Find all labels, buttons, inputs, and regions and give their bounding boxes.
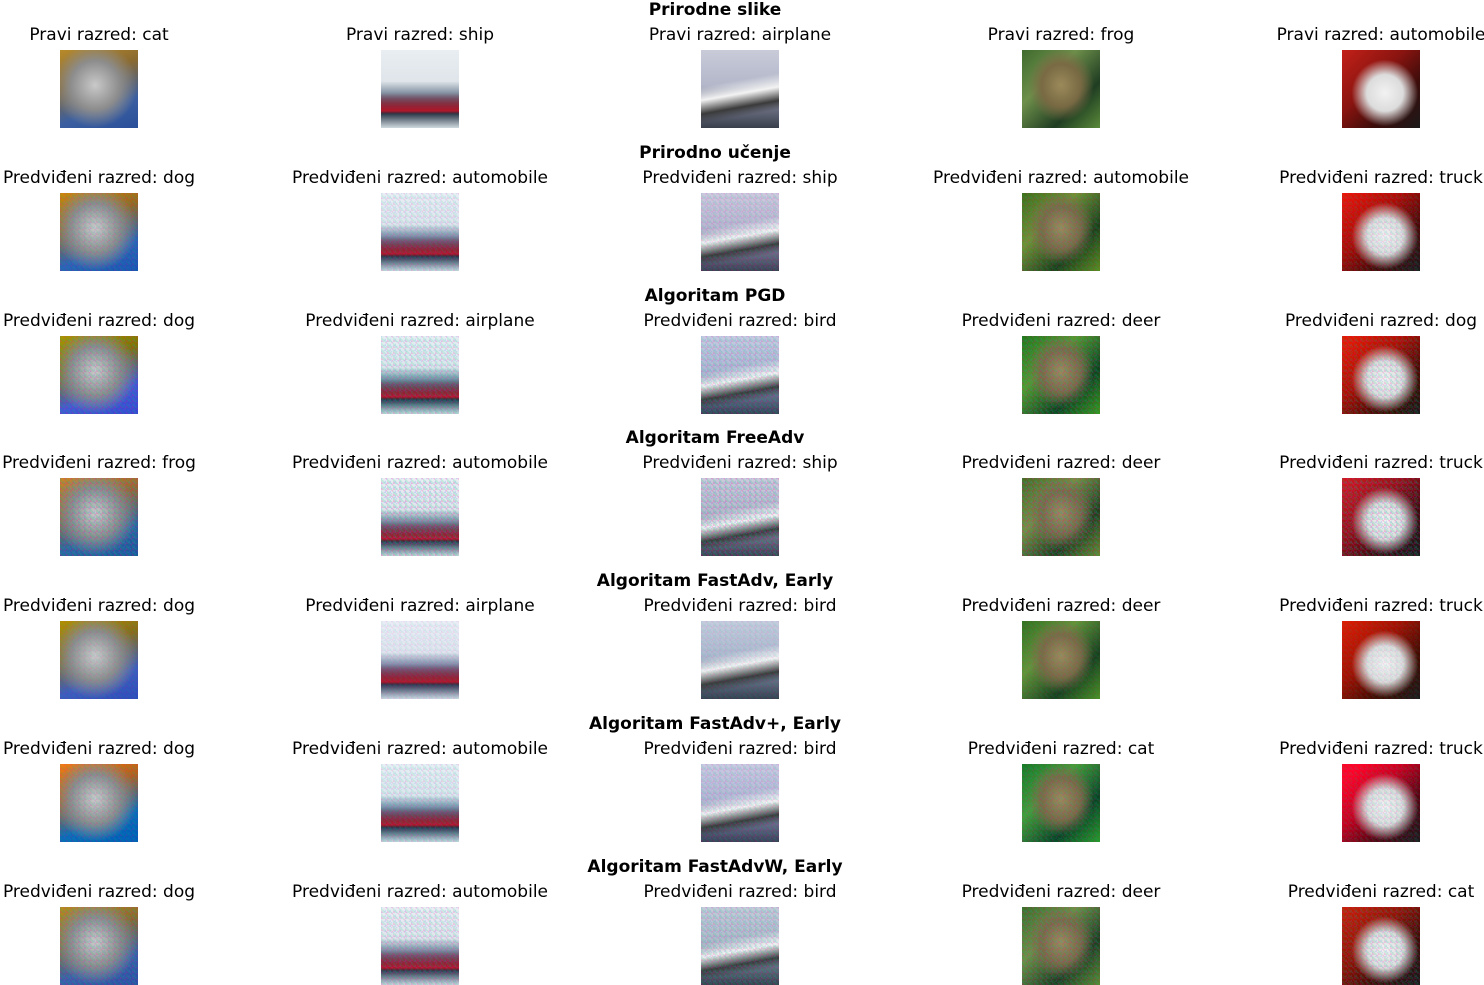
image-label: Predviđeni razred: bird (643, 739, 837, 759)
image-thumbnail (1342, 907, 1420, 985)
image-thumbnail (60, 907, 138, 985)
image-label: Predviđeni razred: truck (1279, 168, 1483, 188)
image-thumbnail (1022, 764, 1100, 842)
image-thumbnail (1342, 193, 1420, 271)
image-label: Predviđeni razred: bird (643, 882, 837, 902)
image-thumbnail (1022, 336, 1100, 414)
image-thumbnail (1022, 193, 1100, 271)
image-thumbnail (381, 907, 459, 985)
image-label: Predviđeni razred: truck (1279, 596, 1483, 616)
image-label: Predviđeni razred: dog (2, 596, 196, 616)
image-thumbnail (1342, 336, 1420, 414)
row-title: Algoritam PGD (644, 286, 786, 306)
image-label: Predviđeni razred: automobile (292, 168, 548, 188)
image-thumbnail (701, 50, 779, 128)
image-thumbnail (381, 621, 459, 699)
image-thumbnail (381, 764, 459, 842)
image-label: Predviđeni razred: automobile (292, 882, 548, 902)
image-label: Predviđeni razred: truck (1279, 453, 1483, 473)
image-thumbnail (701, 907, 779, 985)
image-thumbnail (1342, 478, 1420, 556)
image-thumbnail (1022, 478, 1100, 556)
image-label: Pravi razred: frog (987, 25, 1135, 45)
image-thumbnail (701, 336, 779, 414)
image-label: Predviđeni razred: dog (1284, 311, 1478, 331)
image-thumbnail (1342, 764, 1420, 842)
image-label: Pravi razred: airplane (648, 25, 832, 45)
image-thumbnail (60, 50, 138, 128)
image-thumbnail (381, 193, 459, 271)
image-label: Predviđeni razred: airplane (305, 596, 535, 616)
image-thumbnail (60, 193, 138, 271)
image-thumbnail (381, 336, 459, 414)
image-label: Predviđeni razred: deer (961, 882, 1161, 902)
image-thumbnail (60, 478, 138, 556)
image-thumbnail (701, 193, 779, 271)
image-thumbnail (1022, 907, 1100, 985)
image-label: Predviđeni razred: frog (2, 453, 196, 473)
image-label: Predviđeni razred: dog (2, 168, 196, 188)
image-label: Predviđeni razred: bird (643, 596, 837, 616)
image-label: Predviđeni razred: dog (2, 739, 196, 759)
image-label: Predviđeni razred: deer (961, 311, 1161, 331)
image-thumbnail (1022, 50, 1100, 128)
image-thumbnail (1342, 621, 1420, 699)
image-label: Predviđeni razred: cat (1287, 882, 1475, 902)
image-thumbnail (701, 478, 779, 556)
image-thumbnail (60, 621, 138, 699)
row-title: Prirodne slike (648, 0, 782, 20)
row-title: Algoritam FastAdv+, Early (588, 714, 841, 734)
row-title: Algoritam FastAdv, Early (596, 571, 834, 591)
image-thumbnail (381, 478, 459, 556)
image-label: Predviđeni razred: deer (961, 453, 1161, 473)
image-label: Predviđeni razred: truck (1279, 739, 1483, 759)
image-label: Predviđeni razred: ship (642, 168, 838, 188)
image-label: Pravi razred: automobile (1276, 25, 1484, 45)
image-label: Predviđeni razred: deer (961, 596, 1161, 616)
image-thumbnail (60, 336, 138, 414)
image-thumbnail (381, 50, 459, 128)
image-label: Predviđeni razred: dog (2, 882, 196, 902)
image-label: Pravi razred: ship (345, 25, 495, 45)
image-label: Predviđeni razred: airplane (305, 311, 535, 331)
image-label: Predviđeni razred: automobile (292, 453, 548, 473)
image-thumbnail (1342, 50, 1420, 128)
image-thumbnail (701, 621, 779, 699)
row-title: Algoritam FreeAdv (625, 428, 805, 448)
image-label: Predviđeni razred: automobile (933, 168, 1189, 188)
image-label: Predviđeni razred: ship (642, 453, 838, 473)
row-title: Prirodno učenje (639, 143, 791, 163)
image-label: Predviđeni razred: bird (643, 311, 837, 331)
image-label: Predviđeni razred: cat (967, 739, 1155, 759)
image-thumbnail (60, 764, 138, 842)
image-label: Predviđeni razred: automobile (292, 739, 548, 759)
image-label: Predviđeni razred: dog (2, 311, 196, 331)
image-thumbnail (1022, 621, 1100, 699)
image-thumbnail (701, 764, 779, 842)
image-label: Pravi razred: cat (29, 25, 169, 45)
row-title: Algoritam FastAdvW, Early (587, 857, 843, 877)
